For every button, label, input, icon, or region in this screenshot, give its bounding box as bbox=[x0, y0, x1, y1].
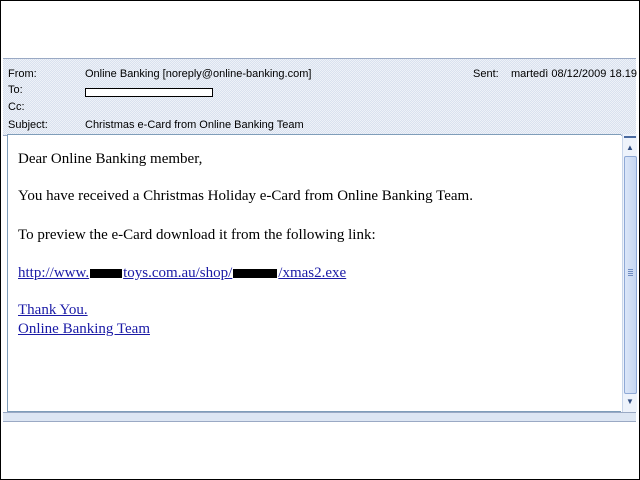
sent-value: martedì 08/12/2009 18.19 bbox=[511, 68, 637, 80]
cc-label: Cc: bbox=[8, 101, 25, 113]
email-header: From: Online Banking [noreply@online-ban… bbox=[3, 58, 637, 136]
link-part-3: /xmas2.exe bbox=[278, 265, 347, 281]
from-value[interactable]: Online Banking [noreply@online-banking.c… bbox=[85, 68, 311, 80]
greeting-text: Dear Online Banking member, bbox=[18, 151, 203, 167]
download-link-line: http://www. toys.com.au/shop/ /xmas2.exe bbox=[18, 265, 346, 282]
to-label: To: bbox=[8, 84, 23, 96]
window-bottom-strip bbox=[3, 412, 636, 422]
grip-icon bbox=[628, 269, 633, 277]
from-label: From: bbox=[8, 68, 37, 80]
signature-link[interactable]: Online Banking Team bbox=[18, 321, 150, 337]
to-value-redacted[interactable] bbox=[85, 88, 213, 97]
sent-label: Sent: bbox=[473, 68, 499, 80]
subject-label: Subject: bbox=[8, 119, 48, 131]
thank-you-line: Thank You. bbox=[18, 302, 88, 319]
email-body[interactable]: Dear Online Banking member, You have rec… bbox=[7, 134, 621, 412]
subject-value: Christmas e-Card from Online Banking Tea… bbox=[85, 119, 304, 131]
scroll-down-arrow-icon[interactable]: ▼ bbox=[624, 396, 636, 408]
link-part-1: http://www. bbox=[18, 265, 90, 281]
scroll-up-arrow-icon[interactable]: ▲ bbox=[624, 142, 636, 154]
scrollbar-top-edge bbox=[624, 136, 636, 138]
link-part-2: toys.com.au/shop/ bbox=[123, 265, 233, 281]
vertical-scrollbar[interactable]: ▲ ▼ bbox=[622, 134, 637, 412]
scrollbar-thumb[interactable] bbox=[624, 156, 637, 394]
thank-you-link[interactable]: Thank You. bbox=[18, 302, 88, 318]
signature-line: Online Banking Team bbox=[18, 321, 150, 338]
download-link[interactable]: http://www. toys.com.au/shop/ /xmas2.exe bbox=[18, 265, 346, 281]
redaction-bar bbox=[90, 269, 123, 279]
redaction-bar bbox=[233, 269, 278, 279]
ecard-notice-text: You have received a Christmas Holiday e-… bbox=[18, 188, 473, 204]
preview-instruction-text: To preview the e-Card download it from t… bbox=[18, 227, 376, 243]
